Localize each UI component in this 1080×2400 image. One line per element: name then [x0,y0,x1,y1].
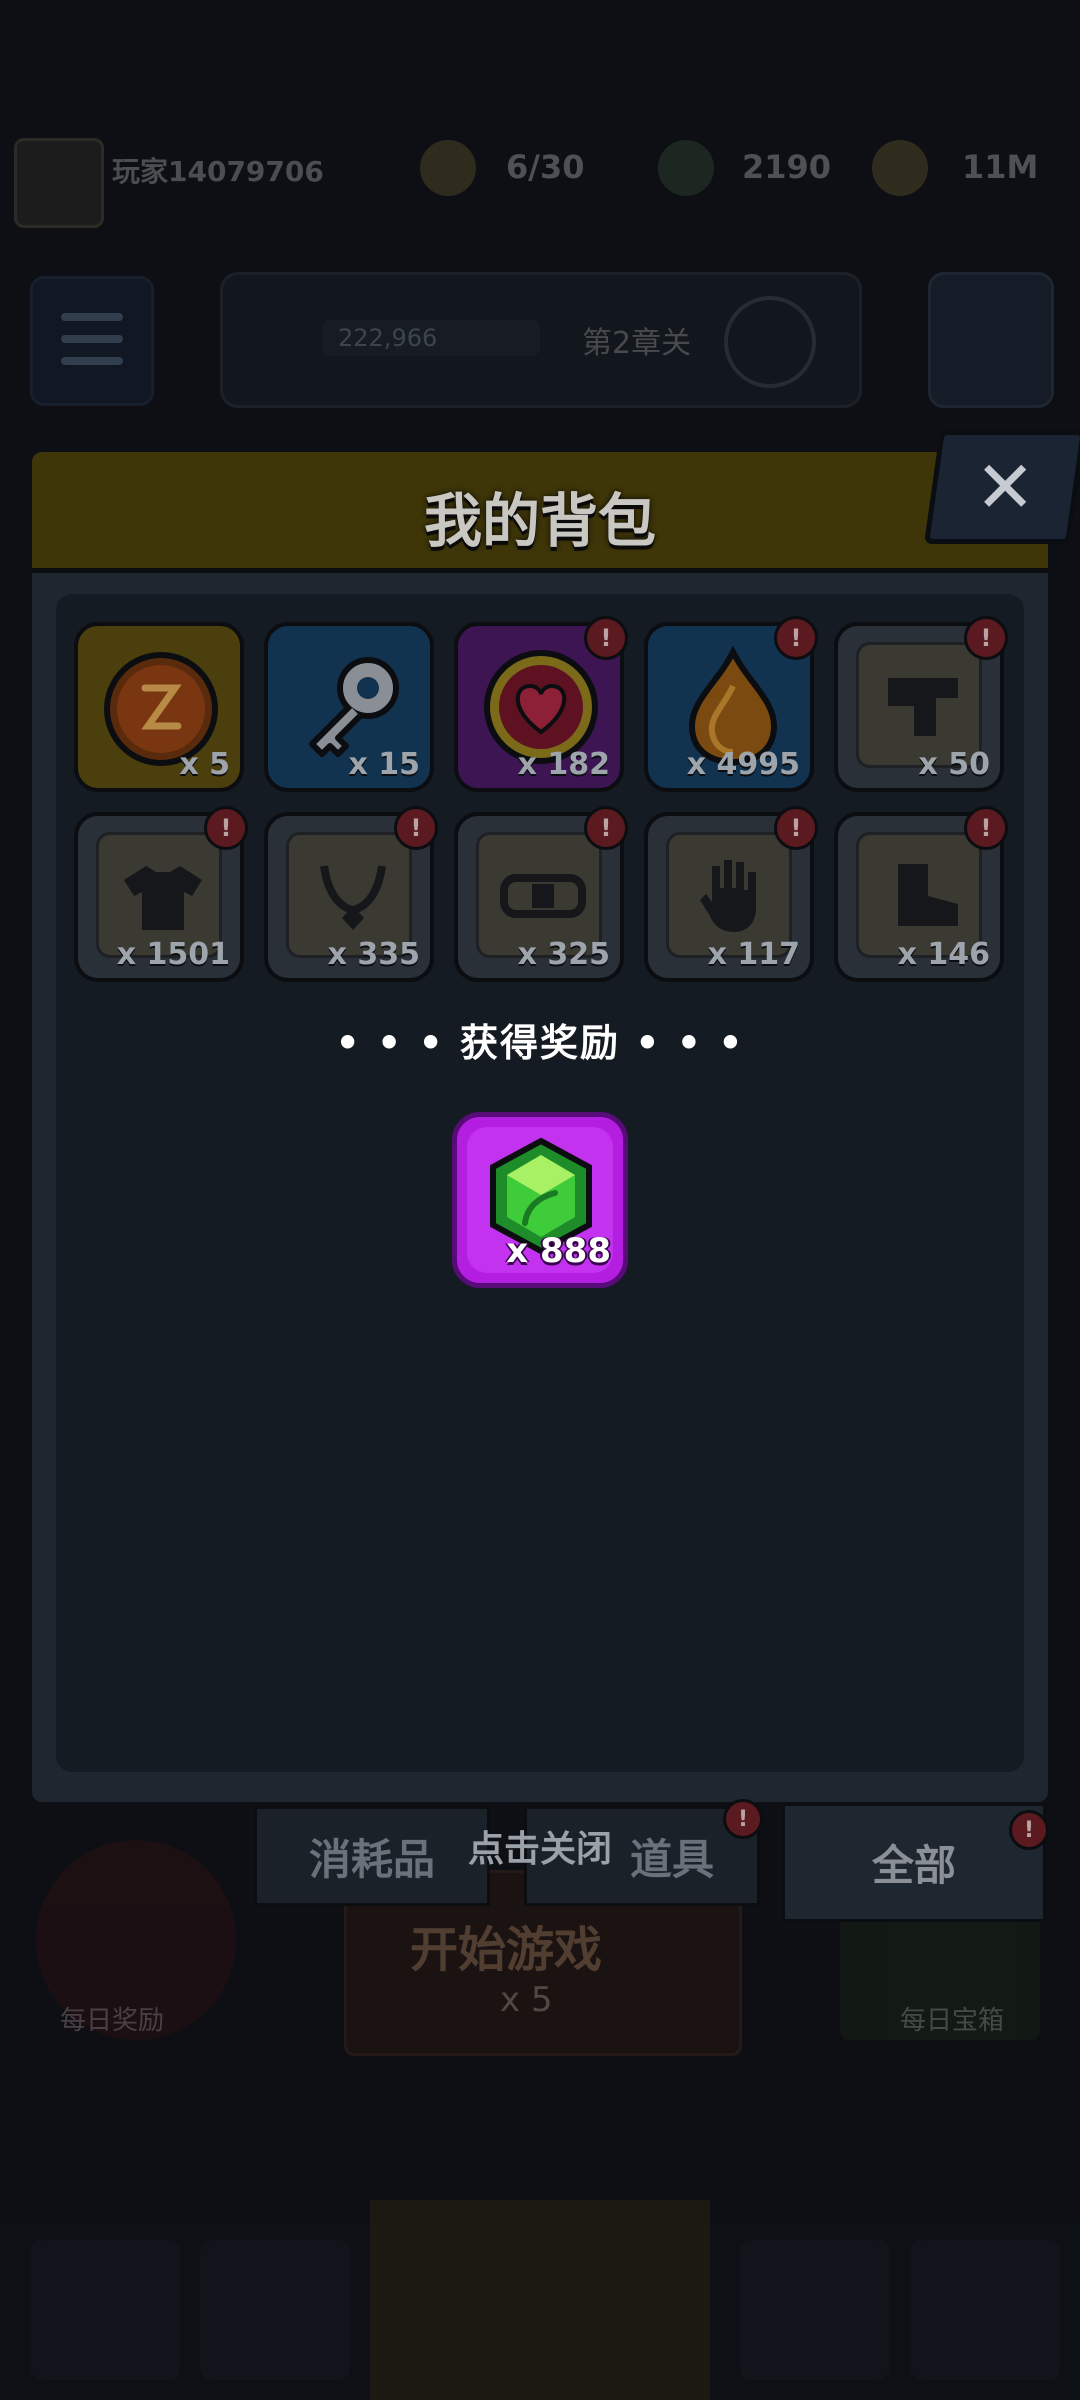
alert-badge: ! [584,806,628,850]
shield-icon[interactable] [928,272,1054,408]
coin-icon [872,140,928,196]
inventory-item[interactable]: x 117 ! [644,806,818,982]
alert-badge: ! [964,616,1008,660]
inventory-item[interactable]: x 1501 ! [74,806,248,982]
start-game-label: 开始游戏 [410,1922,603,1978]
coin-value: 11M [962,148,1039,186]
menu-button[interactable] [30,276,154,406]
item-qty: x 50 [918,747,990,782]
alert-badge: ! [964,806,1008,850]
inventory-item[interactable]: x 325 ! [454,806,628,982]
item-qty: x 5 [179,747,230,782]
inventory-item[interactable]: x 182 ! [454,616,628,792]
alert-badge: ! [774,616,818,660]
alert-badge: ! [584,616,628,660]
armor-scroll-icon [124,866,202,930]
modal-title: 我的背包 [423,487,656,555]
alert-badge: ! [774,806,818,850]
item-qty: x 117 [707,937,800,972]
item-qty: x 15 [348,747,420,782]
glove-scroll-icon [700,860,756,932]
item-qty: x 4995 [686,747,800,782]
power-value: 222,966 [338,324,438,352]
item-qty: x 335 [327,937,420,972]
inventory-item[interactable]: x 5 [74,622,244,792]
nav-battle-icon[interactable] [370,2200,710,2400]
target-icon [724,296,816,388]
energy-icon [420,140,476,196]
inventory-item[interactable]: x 146 ! [834,806,1008,982]
item-qty: x 146 [897,937,990,972]
gem-value: 2190 [742,148,832,186]
item-qty: x 182 [517,747,610,782]
nav-equip-icon[interactable] [200,2240,350,2380]
player-name: 玩家14079706 [112,155,324,188]
inventory-item[interactable]: x 15 [264,622,434,792]
inventory-item[interactable]: x 4995 ! [644,616,818,792]
belt-scroll-icon [500,874,586,918]
nav-more-icon[interactable] [910,2240,1060,2380]
nav-skill-icon[interactable] [740,2240,890,2380]
alert-badge: ! [204,806,248,850]
tap-to-close-hint[interactable]: 点击关闭 [0,1820,1080,1872]
weapon-scroll-icon [888,678,958,736]
inventory-item[interactable]: x 335 ! [264,806,438,982]
daily-reward-label: 每日奖励 [60,2006,165,2036]
item-qty: x 325 [517,937,610,972]
alert-badge: ! [394,806,438,850]
necklace-scroll-icon [320,865,386,930]
reward-item[interactable]: x 888 [452,1112,628,1288]
daily-chest-label: 每日宝箱 [900,2006,1005,2036]
reward-qty: x 888 [506,1231,611,1271]
item-qty: x 1501 [116,937,230,972]
stage-label: 第2章关 [582,326,692,361]
boots-scroll-icon [898,864,958,926]
close-button[interactable]: ✕ [923,430,1080,544]
player-avatar [14,138,104,228]
gem-icon [658,140,714,196]
close-icon: ✕ [974,445,1036,529]
start-game-cost: x 5 [500,1980,553,2020]
nav-shop-icon[interactable] [30,2240,180,2380]
inventory-item[interactable]: x 50 ! [834,616,1008,792]
reward-title: • • • 获得奖励 • • • [335,1021,745,1065]
energy-value: 6/30 [506,148,585,186]
